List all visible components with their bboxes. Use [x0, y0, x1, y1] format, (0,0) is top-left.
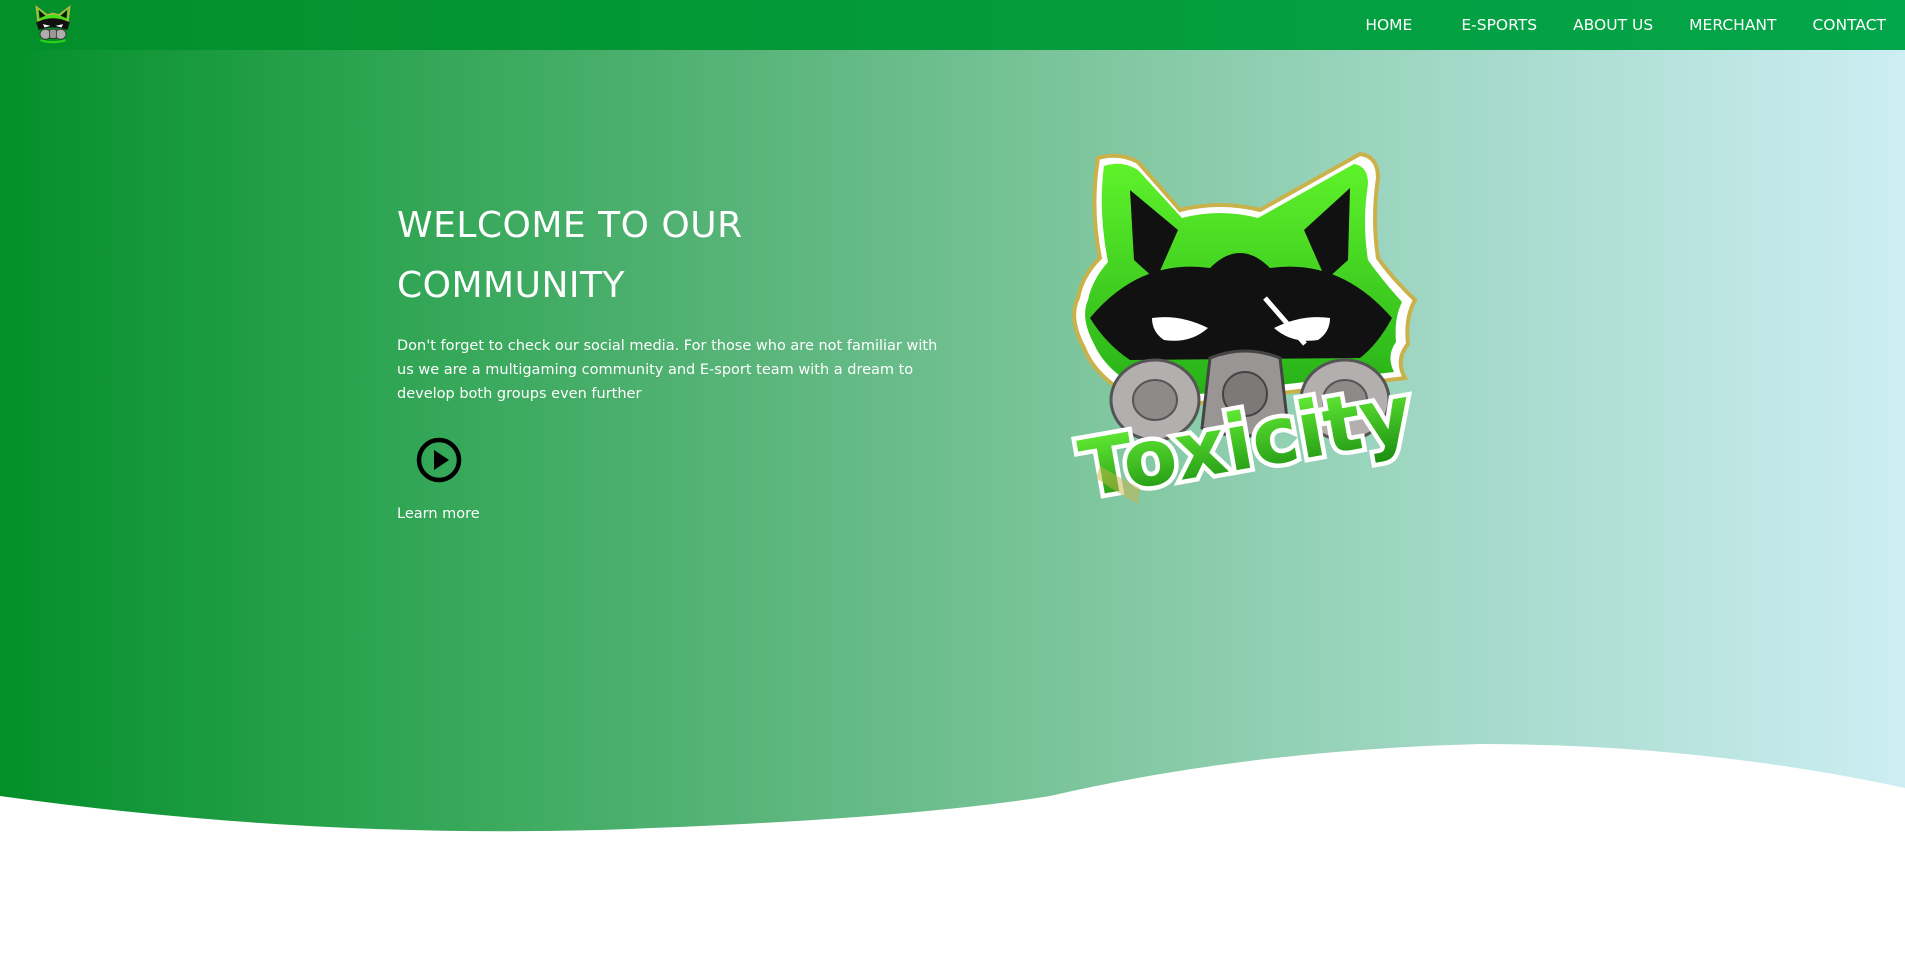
page: HOME E-SPORTS ABOUT US MERCHANT CONTACT …: [0, 0, 1905, 953]
hero-text-block: WELCOME TO OUR COMMUNITY Don't forget to…: [397, 196, 957, 522]
toxicity-raccoon-logo-icon[interactable]: [32, 4, 74, 46]
hero-description: Don't forget to check our social media. …: [397, 338, 938, 402]
hero-title-line-2: COMMUNITY: [397, 265, 625, 306]
toxicity-hero-logo: Toxicity: [1069, 151, 1423, 513]
navbar: HOME E-SPORTS ABOUT US MERCHANT CONTACT: [0, 0, 1905, 50]
play-icon[interactable]: [415, 436, 463, 484]
nav-about-us-link[interactable]: ABOUT US: [1573, 16, 1653, 34]
nav-menu: HOME E-SPORTS ABOUT US MERCHANT CONTACT: [1365, 0, 1905, 50]
hero-bottom-wave: [0, 744, 1905, 953]
nav-home-link[interactable]: HOME: [1365, 16, 1412, 34]
hero-title: WELCOME TO OUR COMMUNITY: [397, 196, 957, 316]
nav-contact-link[interactable]: CONTACT: [1812, 16, 1886, 34]
nav-merchant-link[interactable]: MERCHANT: [1689, 16, 1776, 34]
learn-more-link[interactable]: Learn more: [397, 506, 480, 522]
nav-esports-link[interactable]: E-SPORTS: [1461, 16, 1537, 34]
hero-title-line-1: WELCOME TO OUR: [397, 205, 743, 246]
